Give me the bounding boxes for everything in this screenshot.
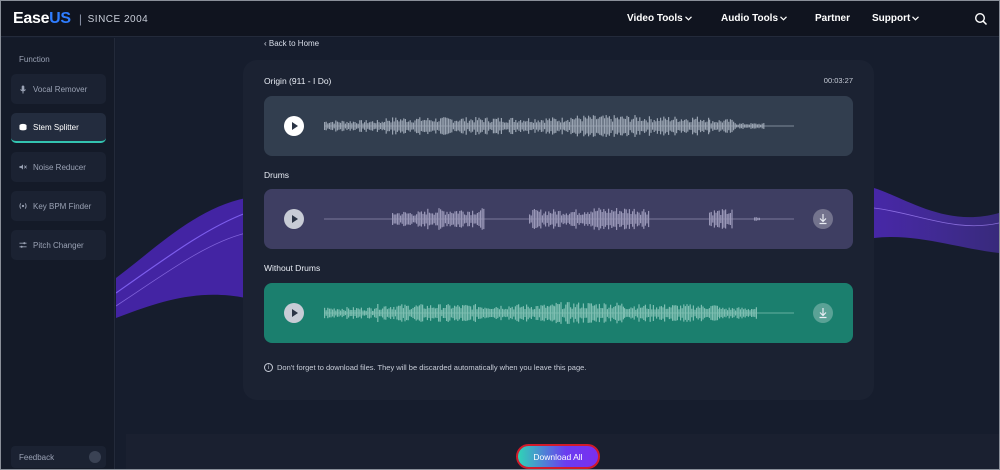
top-header: Ease US | SINCE 2004 Video Tools Audio To… — [1, 1, 999, 37]
sidebar-item-label: Vocal Remover — [33, 84, 88, 94]
discard-notice-text: Don't forget to download files. They wil… — [277, 363, 587, 372]
logo-name-suffix: US — [49, 10, 71, 27]
logo-name-prefix: Ease — [13, 10, 50, 27]
sidebar-title: Function — [19, 55, 50, 64]
chevron-down-icon — [780, 14, 787, 23]
back-to-home-link[interactable]: ‹ Back to Home — [264, 39, 319, 48]
nav-audio-tools-label: Audio Tools — [721, 13, 779, 24]
origin-track-player — [264, 96, 853, 156]
origin-waveform[interactable] — [324, 106, 794, 146]
sidebar-item-vocal-remover[interactable]: Vocal Remover — [11, 74, 106, 104]
sidebar-item-key-bpm-finder[interactable]: Key BPM Finder — [11, 191, 106, 221]
logo-separator: | — [78, 12, 82, 26]
download-all-label: Download All — [533, 451, 583, 462]
nav-support[interactable]: Support — [872, 13, 920, 24]
drums-waveform[interactable] — [324, 199, 794, 239]
download-all-button[interactable]: Download All — [516, 444, 600, 469]
back-to-home-label: Back to Home — [268, 39, 320, 48]
play-icon[interactable] — [284, 209, 304, 229]
without-drums-track-player — [264, 283, 853, 343]
microphone-icon — [19, 85, 27, 93]
feedback-button[interactable]: Feedback — [11, 446, 106, 468]
noise-icon — [19, 163, 27, 171]
chevron-down-icon — [912, 14, 920, 23]
sidebar-item-label: Key BPM Finder — [33, 201, 92, 211]
sidebar-item-label: Stem Splitter — [33, 122, 79, 132]
drums-track-title: Drums — [264, 170, 290, 180]
feedback-label: Feedback — [19, 452, 55, 462]
sidebar-item-label: Pitch Changer — [33, 240, 84, 250]
origin-track-title: Origin (911 - I Do) — [264, 76, 332, 86]
without-drums-waveform[interactable] — [324, 293, 794, 333]
download-icon[interactable] — [813, 303, 833, 323]
nav-partner[interactable]: Partner — [815, 13, 850, 24]
origin-duration: 00:03:27 — [823, 76, 853, 85]
sidebar-item-noise-reducer[interactable]: Noise Reducer — [11, 152, 106, 182]
results-card: Origin (911 - I Do) 00:03:27 Drums Witho… — [243, 60, 874, 400]
play-icon[interactable] — [284, 303, 304, 323]
sidebar: Function Vocal Remover Stem Splitter Noi… — [1, 38, 115, 469]
nav-video-tools-label: Video Tools — [627, 13, 683, 24]
without-drums-track-title: Without Drums — [264, 263, 321, 273]
pitch-icon — [19, 241, 27, 249]
sidebar-item-pitch-changer[interactable]: Pitch Changer — [11, 230, 106, 260]
info-icon: i — [264, 363, 273, 372]
easeus-logo[interactable]: Ease US | SINCE 2004 — [13, 10, 148, 28]
sidebar-item-stem-splitter[interactable]: Stem Splitter — [11, 113, 106, 143]
sidebar-item-label: Noise Reducer — [33, 162, 86, 172]
main-content: ‹ Back to Home Origin (911 - I Do) 00:03… — [116, 38, 999, 469]
chat-bubble-icon — [89, 451, 101, 463]
download-icon[interactable] — [813, 209, 833, 229]
drums-track-player — [264, 189, 853, 249]
bpm-icon — [19, 202, 27, 210]
logo-since: SINCE 2004 — [87, 13, 149, 25]
nav-support-label: Support — [872, 13, 911, 24]
nav-video-tools[interactable]: Video Tools — [627, 13, 692, 24]
search-icon[interactable] — [974, 12, 988, 26]
nav-audio-tools[interactable]: Audio Tools — [721, 13, 787, 24]
drum-icon — [19, 123, 27, 131]
nav-partner-label: Partner — [815, 13, 851, 24]
play-icon[interactable] — [284, 116, 304, 136]
discard-notice: i Don't forget to download files. They w… — [264, 363, 586, 372]
chevron-down-icon — [684, 14, 692, 23]
